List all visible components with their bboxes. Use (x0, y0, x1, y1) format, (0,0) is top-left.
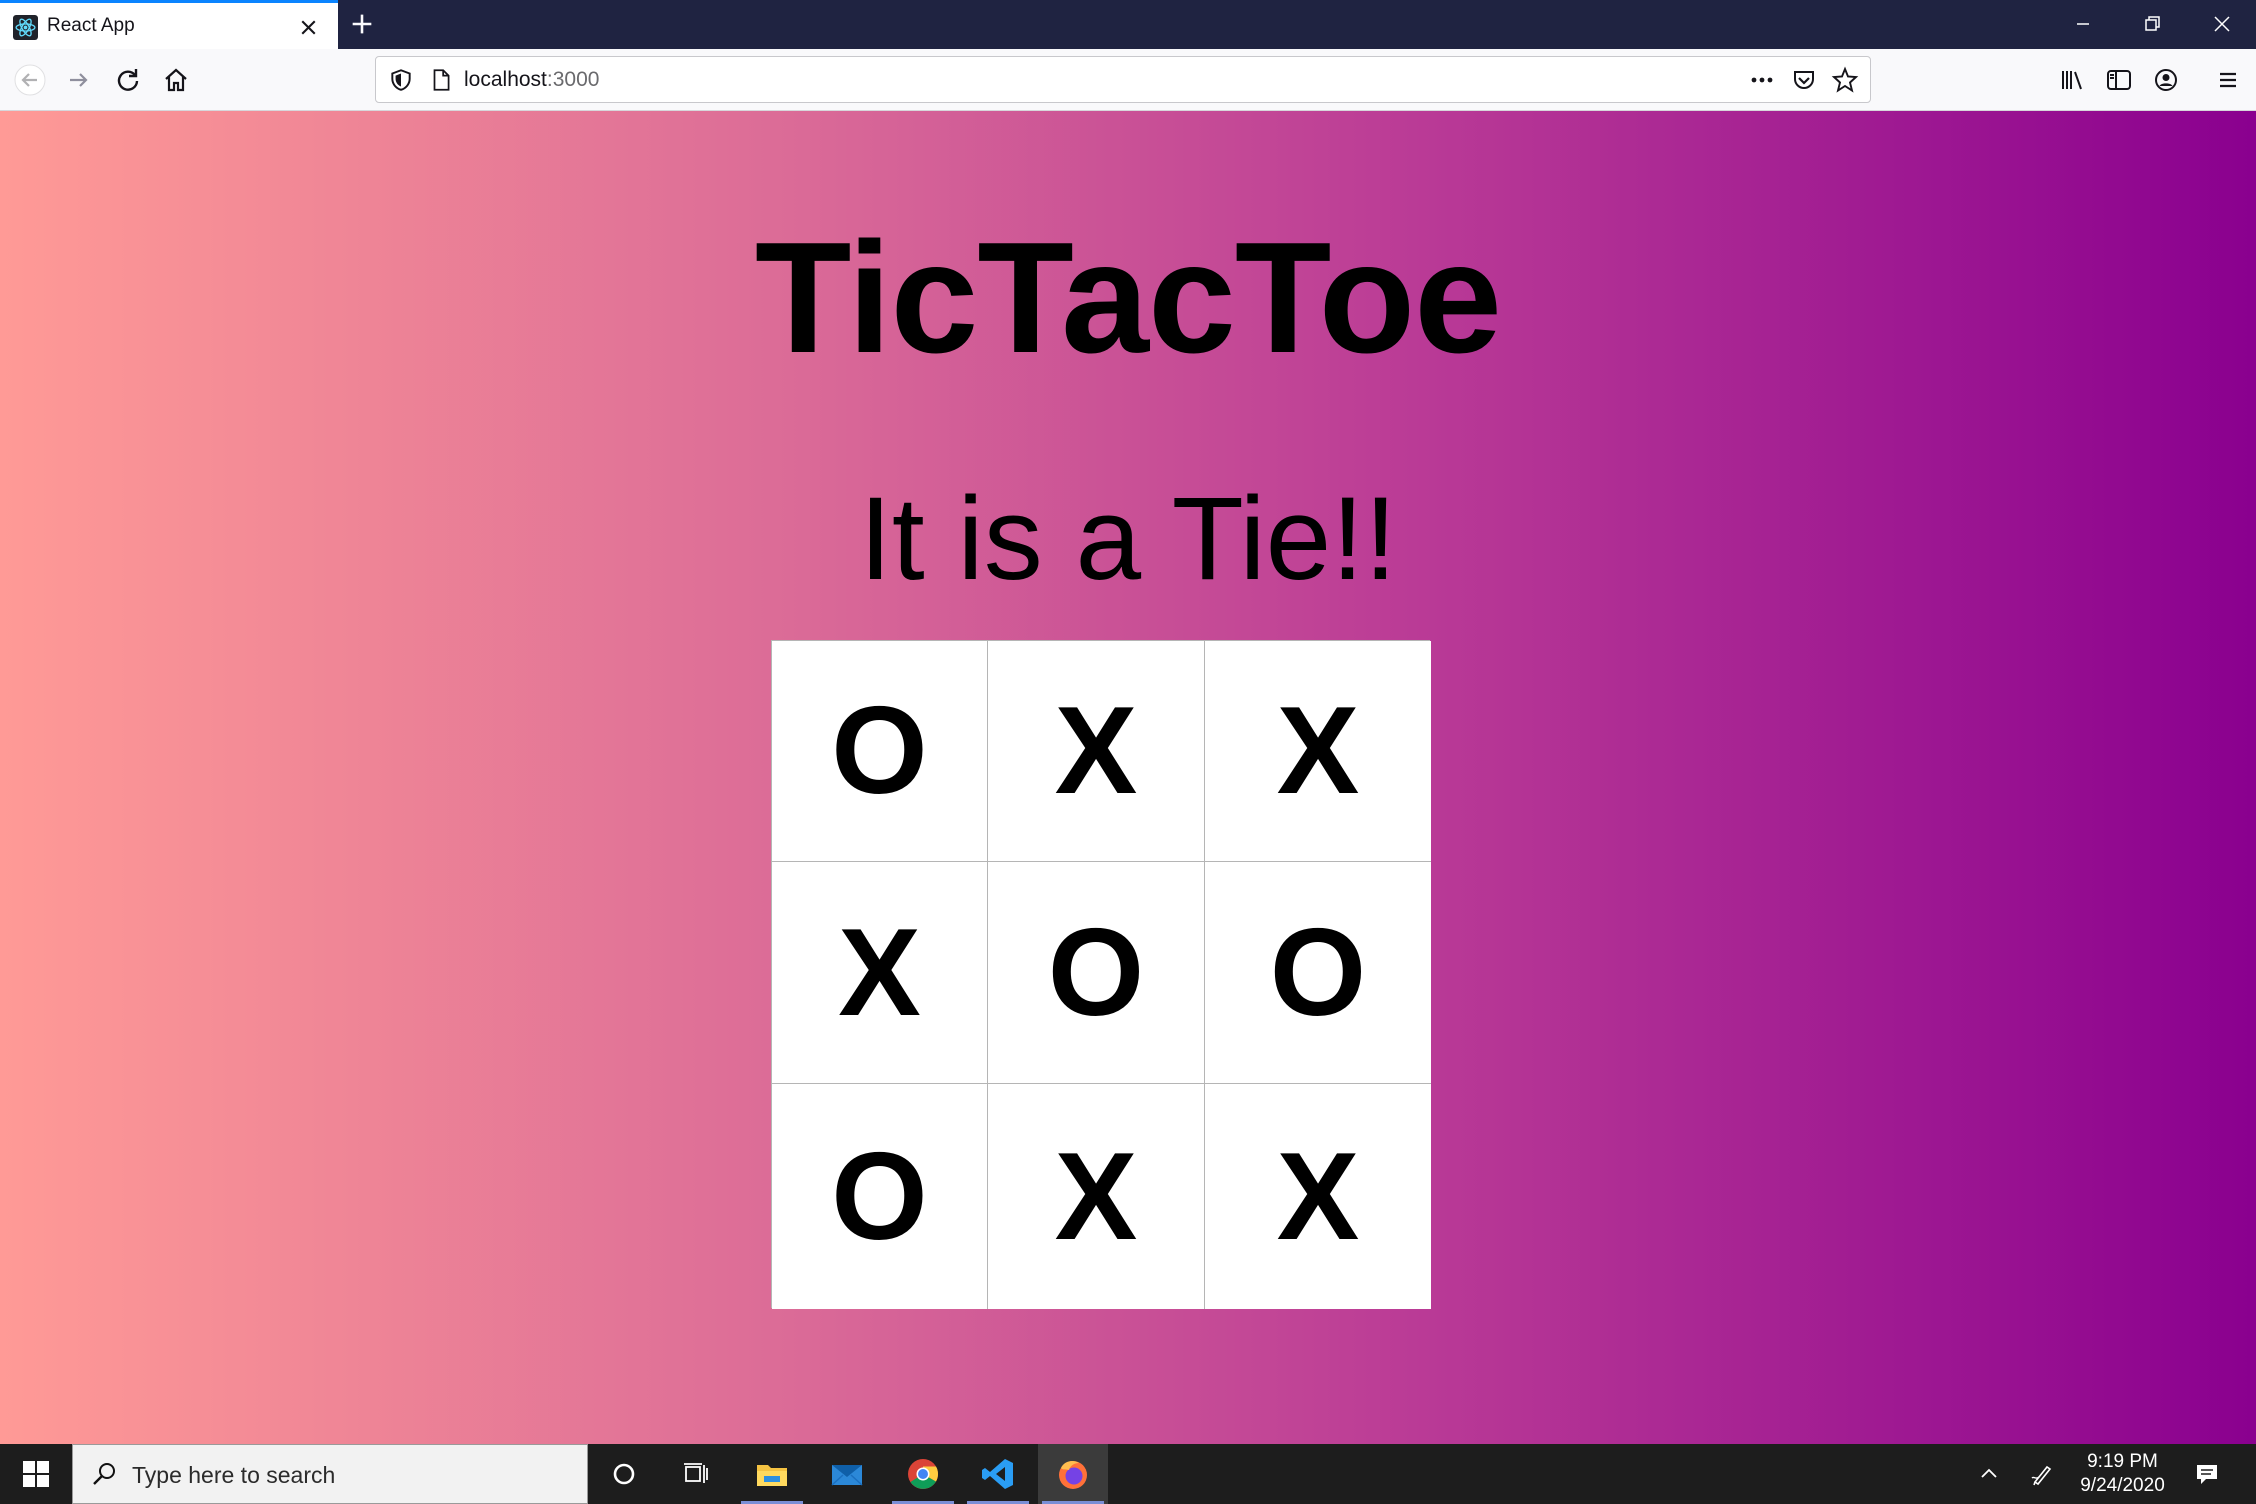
app-content: TicTacToe It is a Tie!! O X X X O O O X … (0, 111, 2256, 1444)
taskbar-chrome[interactable] (888, 1444, 958, 1504)
chrome-icon (908, 1459, 939, 1489)
back-icon[interactable] (14, 64, 46, 96)
new-tab-icon[interactable] (348, 10, 376, 38)
menu-icon[interactable] (2212, 64, 2244, 96)
taskbar-file-explorer[interactable] (737, 1444, 807, 1504)
tab-react-app[interactable]: React App (0, 0, 338, 49)
forward-icon[interactable] (63, 64, 95, 96)
tracking-protection-shield-icon[interactable] (388, 67, 414, 93)
react-logo-icon (13, 15, 38, 40)
board-cell-1-1[interactable]: O (772, 641, 988, 862)
tab-title: React App (47, 15, 135, 36)
navigation-toolbar: localhost:3000 (0, 49, 2256, 111)
system-clock[interactable]: 9:19 PM 9/24/2020 (2065, 1450, 2180, 1498)
cortana-icon (613, 1463, 635, 1485)
board-cell-1-2[interactable]: X (988, 641, 1205, 862)
taskbar-firefox[interactable] (1038, 1444, 1108, 1504)
board-cell-3-1[interactable]: O (772, 1084, 988, 1309)
start-button[interactable] (0, 1444, 72, 1504)
bookmark-star-icon[interactable] (1831, 66, 1859, 94)
board-cell-3-3[interactable]: X (1205, 1084, 1431, 1309)
close-tab-icon[interactable] (296, 15, 321, 40)
pen-workspace-icon[interactable] (2028, 1460, 2056, 1488)
task-view-button[interactable] (661, 1444, 731, 1504)
search-icon (93, 1463, 115, 1485)
board-cell-2-3[interactable]: O (1205, 862, 1431, 1084)
account-icon[interactable] (2150, 64, 2182, 96)
file-explorer-icon (757, 1465, 787, 1486)
restore-icon[interactable] (2140, 12, 2164, 36)
minimize-icon[interactable] (2071, 12, 2095, 36)
url-text[interactable]: localhost:3000 (464, 68, 599, 92)
clock-date: 9/24/2020 (2080, 1475, 2165, 1496)
sidebar-icon[interactable] (2103, 64, 2135, 96)
page-actions-icon[interactable] (1748, 66, 1776, 94)
taskbar-vscode[interactable] (963, 1444, 1033, 1504)
reload-icon[interactable] (112, 64, 144, 96)
board-cell-2-1[interactable]: X (772, 862, 988, 1084)
home-icon[interactable] (160, 64, 192, 96)
mail-icon (831, 1465, 863, 1486)
taskbar-search-input[interactable]: Type here to search (72, 1444, 588, 1504)
url-port: :3000 (546, 68, 600, 91)
board-cell-2-2[interactable]: O (988, 862, 1205, 1084)
game-status: It is a Tie!! (859, 473, 1397, 605)
board-cell-1-3[interactable]: X (1205, 641, 1431, 862)
vscode-icon (982, 1459, 1013, 1489)
library-icon[interactable] (2056, 64, 2088, 96)
url-bar[interactable]: localhost:3000 (375, 56, 1871, 103)
search-placeholder: Type here to search (132, 1462, 336, 1488)
show-hidden-icons-icon[interactable] (1975, 1460, 2003, 1488)
windows-logo-icon (23, 1461, 49, 1487)
close-window-icon[interactable] (2210, 12, 2234, 36)
page-info-icon[interactable] (428, 67, 454, 93)
task-view-icon (684, 1463, 708, 1483)
taskbar: Type here to search 9:19 PM 9/24/2020 (0, 1444, 2256, 1504)
taskbar-mail[interactable] (812, 1444, 882, 1504)
tab-strip: React App (0, 0, 2256, 49)
board-cell-3-2[interactable]: X (988, 1084, 1205, 1309)
page-title: TicTacToe (754, 210, 1502, 386)
notifications-icon[interactable] (2193, 1460, 2221, 1488)
url-host: localhost (464, 68, 547, 91)
firefox-icon (1059, 1460, 1087, 1489)
clock-time: 9:19 PM (2087, 1451, 2158, 1472)
cortana-button[interactable] (589, 1444, 659, 1504)
pocket-icon[interactable] (1790, 66, 1818, 94)
game-board: O X X X O O O X X (771, 640, 1431, 1309)
